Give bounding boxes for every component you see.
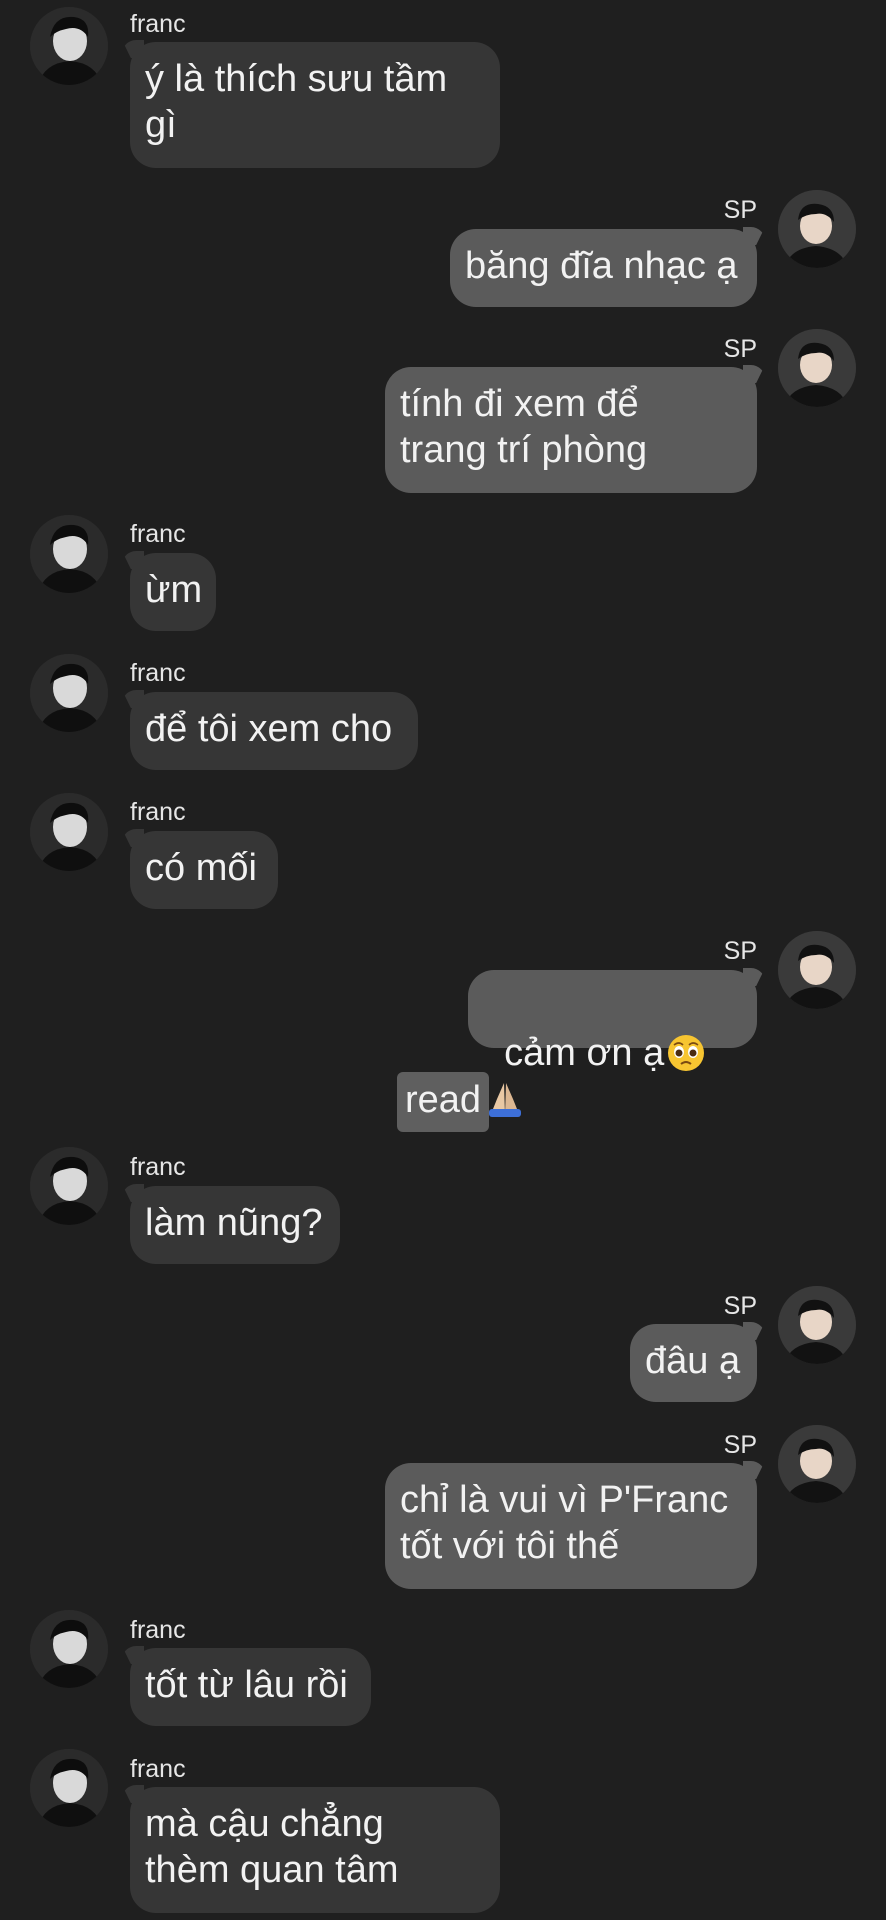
sender-name: SP (723, 335, 757, 363)
message-bubble[interactable]: tốt từ lâu rồi (130, 1648, 371, 1726)
sender-name: SP (723, 1431, 757, 1459)
message-bubble[interactable]: tính đi xem để trang trí phòng (385, 367, 757, 493)
sender-name: franc (130, 1616, 186, 1644)
avatar-sp[interactable] (778, 931, 856, 1009)
read-marker: read (397, 1072, 490, 1132)
message-bubble[interactable]: cảm ơn ạ (468, 970, 757, 1117)
avatar-sp[interactable] (778, 1425, 856, 1503)
message-bubble[interactable]: băng đĩa nhạc ạ (450, 229, 757, 307)
message-bubble[interactable]: đâu ạ (630, 1324, 757, 1402)
avatar-franc[interactable] (30, 793, 108, 871)
avatar-sp[interactable] (778, 190, 856, 268)
sender-name: SP (723, 196, 757, 224)
message-bubble[interactable]: có mối (130, 831, 278, 909)
avatar-sp[interactable] (778, 329, 856, 407)
sender-name: SP (723, 937, 757, 965)
sender-name: franc (130, 659, 186, 687)
message-bubble[interactable]: mà cậu chẳng thèm quan tâm (130, 1787, 500, 1913)
sender-name: franc (130, 798, 186, 826)
avatar-franc[interactable] (30, 1749, 108, 1827)
sender-name: franc (130, 520, 186, 548)
avatar-sp[interactable] (778, 1286, 856, 1364)
message-text: cảm ơn ạ (504, 1032, 665, 1074)
sender-name: franc (130, 10, 186, 38)
message-bubble[interactable]: để tôi xem cho (130, 692, 418, 770)
sender-name: franc (130, 1153, 186, 1181)
message-bubble[interactable]: làm nũng? (130, 1186, 340, 1264)
message-bubble[interactable]: ý là thích sưu tầm gì (130, 42, 500, 168)
avatar-franc[interactable] (30, 1610, 108, 1688)
avatar-franc[interactable] (30, 7, 108, 85)
message-bubble[interactable]: ừm (130, 553, 216, 631)
avatar-franc[interactable] (30, 654, 108, 732)
pleading-face-icon (666, 1033, 706, 1073)
message-bubble[interactable]: chỉ là vui vì P'Franc tốt với tôi thế (385, 1463, 757, 1589)
avatar-franc[interactable] (30, 515, 108, 593)
sender-name: SP (723, 1292, 757, 1320)
folded-hands-icon (485, 1079, 525, 1119)
sender-name: franc (130, 1755, 186, 1783)
avatar-franc[interactable] (30, 1147, 108, 1225)
